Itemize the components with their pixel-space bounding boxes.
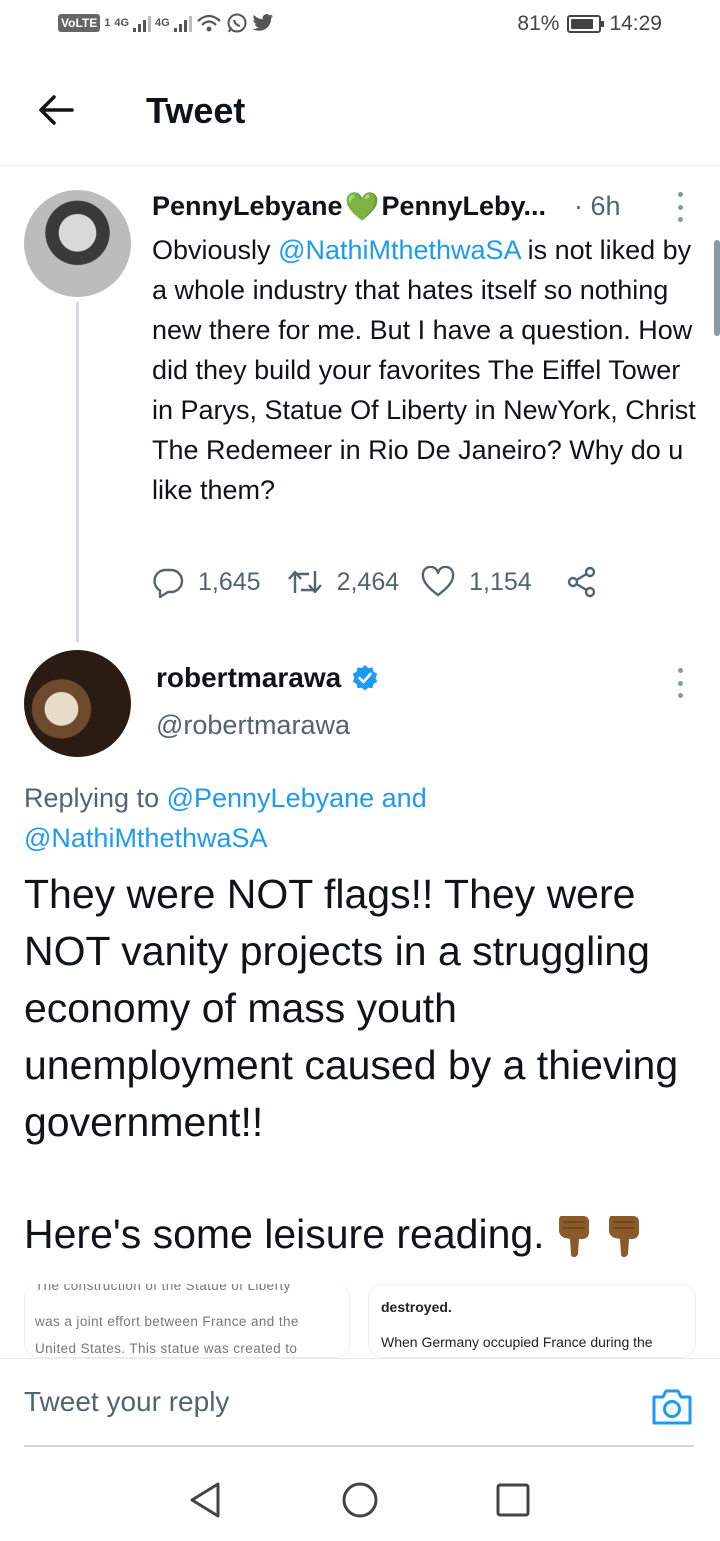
whatsapp-icon <box>227 13 247 33</box>
media-right-line: destroyed. <box>381 1299 452 1315</box>
tweet2-display-name[interactable]: robertmarawa <box>156 662 341 694</box>
signal2-icon <box>173 14 192 32</box>
heart-outline-icon <box>421 566 455 597</box>
tweet1-text-before: Obviously <box>152 235 279 265</box>
battery-icon <box>567 15 605 33</box>
pointing-down-emoji-icon <box>558 1216 589 1257</box>
reply-input[interactable] <box>24 1359 694 1447</box>
twitter-bird-icon <box>252 14 273 31</box>
tweet1-display-name[interactable]: PennyLebyane <box>152 191 343 222</box>
tweet2-leisure-text: Here's some leisure reading. <box>24 1211 545 1257</box>
system-nav-bar <box>0 1452 720 1541</box>
replying-mention-nathimthethwasa[interactable]: @NathiMthethwaSA <box>24 823 268 853</box>
reply-action[interactable]: 1,645 <box>152 566 261 598</box>
media-left-line: The construction of the Statue of Libert… <box>35 1284 291 1293</box>
media-image-right[interactable]: destroyed. When Germany occupied France … <box>368 1284 696 1358</box>
avatar-robertmarawa[interactable] <box>24 650 131 757</box>
back-arrow-icon[interactable] <box>36 90 76 130</box>
retweet-action[interactable]: 2,464 <box>287 567 400 597</box>
tweet2-more-options-icon[interactable] <box>670 668 690 698</box>
reply-icon <box>153 568 184 598</box>
tweet2-body-text: They were NOT flags!! They were NOT vani… <box>24 871 679 1145</box>
media-right-line: When Germany occupied France during the <box>381 1334 653 1350</box>
tweet1-timestamp: · 6h <box>574 191 621 221</box>
wifi-icon <box>196 14 221 32</box>
network1-label: 4G <box>114 17 130 29</box>
tweet1-text-after: is not liked by a whole industry that ha… <box>152 235 696 505</box>
battery-percent: 81% <box>517 12 560 35</box>
replying-mention-pennylebyane[interactable]: @PennyLebyane <box>167 783 375 813</box>
share-action[interactable] <box>566 566 598 598</box>
tweet1-action-bar: 1,645 2,464 1,154 <box>152 566 598 598</box>
tweet1-mention-link[interactable]: @NathiMthethwaSA <box>278 235 520 265</box>
app-header: Tweet <box>0 56 720 166</box>
status-bar-right: 81% 14:29 <box>517 12 662 36</box>
tweet2-body-text-2: Here's some leisure reading. <box>24 1206 704 1263</box>
sim1-label: 1 <box>104 17 111 29</box>
tweet1-text: Obviously @NathiMthethwaSA is not liked … <box>152 230 702 510</box>
reply-count: 1,645 <box>198 567 261 596</box>
media-left-line: United States. This statue was created t… <box>35 1341 298 1356</box>
page-title: Tweet <box>146 90 246 131</box>
retweet-icon <box>287 570 322 594</box>
tweet1-more-options-icon[interactable] <box>670 192 690 222</box>
nav-home-icon[interactable] <box>340 1480 380 1520</box>
camera-icon[interactable] <box>650 1387 694 1427</box>
like-count: 1,154 <box>469 567 532 596</box>
thread-connector-line <box>76 302 79 642</box>
retweet-count: 2,464 <box>336 567 400 596</box>
tweet1-header: PennyLebyane 💚 PennyLeby... · 6h <box>152 190 672 223</box>
reply-bar <box>0 1358 720 1452</box>
tweet2-name-row: robertmarawa <box>156 662 379 694</box>
tweet2-handle[interactable]: @robertmarawa <box>156 710 350 741</box>
avatar-pennylebyane[interactable] <box>24 190 131 297</box>
replying-to-label: Replying to <box>24 783 167 813</box>
green-heart-emoji: 💚 <box>344 191 380 222</box>
nav-recents-icon[interactable] <box>493 1480 533 1520</box>
volte-badge: VoLTE <box>58 14 101 32</box>
media-left-line: was a joint effort between France and th… <box>35 1314 299 1329</box>
tweet1-handle[interactable]: PennyLeby... <box>381 191 546 222</box>
nav-back-icon[interactable] <box>186 1480 226 1520</box>
like-action[interactable]: 1,154 <box>421 566 532 598</box>
network2-label: 4G <box>155 17 170 29</box>
verified-badge-icon <box>352 665 378 691</box>
signal1-icon <box>133 14 152 32</box>
share-icon <box>567 566 595 598</box>
status-bar-left: VoLTE 1 4G 4G <box>58 12 274 34</box>
replying-to-line: Replying to @PennyLebyane and @NathiMthet… <box>24 778 684 858</box>
pointing-down-emoji-icon <box>608 1216 639 1257</box>
clock: 14:29 <box>609 12 662 35</box>
media-image-left[interactable]: The construction of the Statue of Libert… <box>24 1284 350 1358</box>
replying-and-label: and <box>374 783 427 813</box>
scrollbar-thumb[interactable] <box>714 240 720 336</box>
status-bar: VoLTE 1 4G 4G 81% 14:29 <box>0 0 720 56</box>
